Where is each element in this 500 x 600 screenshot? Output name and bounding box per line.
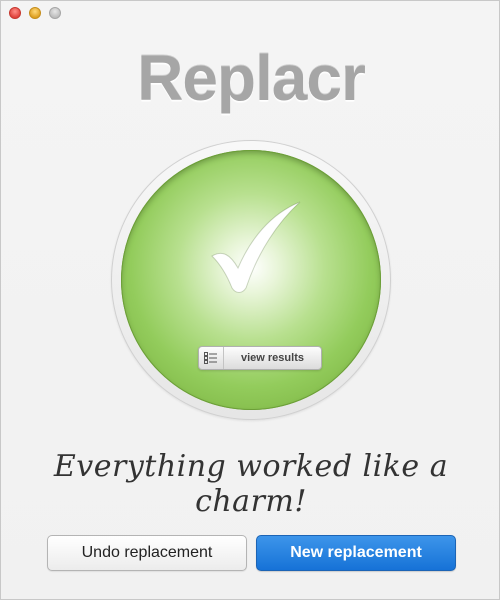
view-results-button[interactable]: view results [198, 346, 322, 370]
checklist-icon [199, 347, 224, 369]
window-controls [9, 7, 61, 19]
undo-replacement-button[interactable]: Undo replacement [47, 535, 247, 571]
status-ring: view results [111, 140, 391, 420]
success-message: Everything worked like a charm! [53, 449, 449, 519]
app-title: Replacr [137, 42, 366, 114]
minimize-window-button[interactable] [29, 7, 41, 19]
zoom-window-button[interactable] [49, 7, 61, 19]
checkmark-icon [211, 201, 301, 293]
close-window-button[interactable] [9, 7, 21, 19]
status-circle: view results [121, 150, 381, 410]
new-replacement-button[interactable]: New replacement [256, 535, 456, 571]
app-window: Replacr view results Everything worked l… [0, 0, 500, 600]
view-results-label: view results [241, 352, 304, 364]
